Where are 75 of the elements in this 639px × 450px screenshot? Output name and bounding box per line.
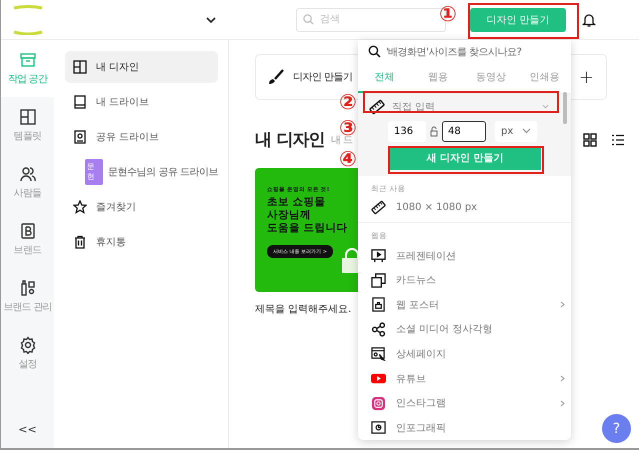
chevron-icon <box>522 128 531 134</box>
design-type-item[interactable]: 상세페이지 <box>371 342 565 366</box>
design-type-item[interactable]: 유튜브 <box>371 366 565 391</box>
brush-icon <box>268 69 284 85</box>
category-tab[interactable]: 동영상 <box>464 64 518 93</box>
ruler-icon <box>371 200 386 216</box>
design-title: 제목을 입력해주세요. <box>255 303 352 316</box>
search-icon <box>368 45 381 58</box>
thumbnail-headline: 사장님께 <box>267 209 311 222</box>
width-field[interactable]: 136 <box>388 120 426 142</box>
lock-icon[interactable] <box>430 126 438 137</box>
list-view-icon[interactable] <box>611 134 625 146</box>
trash-icon <box>73 235 87 249</box>
share-icon <box>371 322 386 337</box>
step-number: ④ <box>339 147 357 171</box>
page-heading: 내 디자인 <box>255 129 325 151</box>
chevron-icon <box>542 104 549 110</box>
bell-icon[interactable] <box>582 12 596 28</box>
search-icon <box>303 14 314 24</box>
ruler-icon <box>369 98 385 115</box>
nav-item[interactable]: 공유 드라이브 <box>65 121 218 153</box>
rail-label: 브랜드 <box>14 244 42 257</box>
thumbnail-headline: 초보 쇼핑몰 <box>267 196 326 209</box>
rail-item[interactable]: 템플릿 <box>1 97 54 154</box>
design-type-item[interactable]: 소셜 미디어 정사각형 <box>371 317 565 342</box>
rail-item[interactable]: 사람들 <box>1 154 54 211</box>
create-design-button[interactable]: 디자인 만들기 <box>470 8 566 32</box>
unit-select[interactable]: px <box>495 120 537 142</box>
chevron-icon[interactable] <box>206 16 216 24</box>
cards-icon <box>371 272 386 288</box>
collapse-button[interactable]: << <box>18 423 37 436</box>
shared-drive-icon <box>73 130 87 144</box>
design-type-item[interactable]: 인스타그램 <box>371 390 565 416</box>
poster-icon <box>371 297 386 312</box>
create-card-label: 디자인 만들기 <box>293 71 353 84</box>
brand-kit-icon <box>18 279 36 297</box>
new-design-button[interactable]: 새 디자인 만들기 <box>389 146 541 170</box>
rail-item[interactable]: 브랜드 관리 <box>1 268 54 325</box>
size-select[interactable]: 직접 입력 <box>364 98 554 116</box>
add-button[interactable]: + <box>578 66 594 88</box>
rail-label: 템플릿 <box>14 130 42 143</box>
rail-label: 설정 <box>18 358 37 371</box>
grid-view-icon[interactable] <box>583 132 597 146</box>
brand-icon <box>18 222 36 240</box>
star-icon <box>73 200 87 214</box>
height-field[interactable]: 48 <box>442 120 486 142</box>
camera-icon <box>371 396 386 411</box>
page-cursor-icon <box>371 346 386 362</box>
presentation-icon <box>371 248 386 264</box>
nav-item[interactable]: 휴지통 <box>65 226 218 258</box>
category-tab[interactable]: 인쇄용 <box>518 64 571 93</box>
thumbnail-headline: 도움을 드립니다 <box>267 222 348 235</box>
chart-icon <box>371 420 386 436</box>
design-type-item[interactable]: 인포그래픽 <box>371 415 565 440</box>
rail-label: 브랜드 관리 <box>3 301 52 314</box>
layout-icon <box>73 60 87 74</box>
help-button[interactable]: ? <box>602 414 631 443</box>
rail-item[interactable]: 설정 <box>1 325 54 382</box>
nav-item[interactable]: 내 디자인 <box>65 51 218 83</box>
category-tab[interactable]: 웹용 <box>411 64 464 93</box>
layout-icon <box>18 108 36 126</box>
archive-icon <box>18 51 36 69</box>
nav-item[interactable]: 즐겨찾기 <box>65 191 218 223</box>
drive-icon <box>73 95 87 109</box>
design-type-item[interactable]: 웹 포스터 <box>371 292 565 318</box>
rail-item[interactable]: 작업 공간 <box>1 40 54 97</box>
step-number: ② <box>339 90 357 114</box>
rail-label: 사람들 <box>14 187 42 200</box>
search-hint[interactable]: '배경화면'사이즈를 찾으시나요? <box>386 44 522 59</box>
rail-item[interactable]: 브랜드 <box>1 211 54 268</box>
nav-item[interactable]: 내 드라이브 <box>65 86 218 118</box>
people-icon <box>18 165 36 183</box>
rail-label: 작업 공간 <box>8 73 48 86</box>
settings-icon <box>18 336 36 354</box>
scrollbar-thumb[interactable] <box>563 92 567 124</box>
